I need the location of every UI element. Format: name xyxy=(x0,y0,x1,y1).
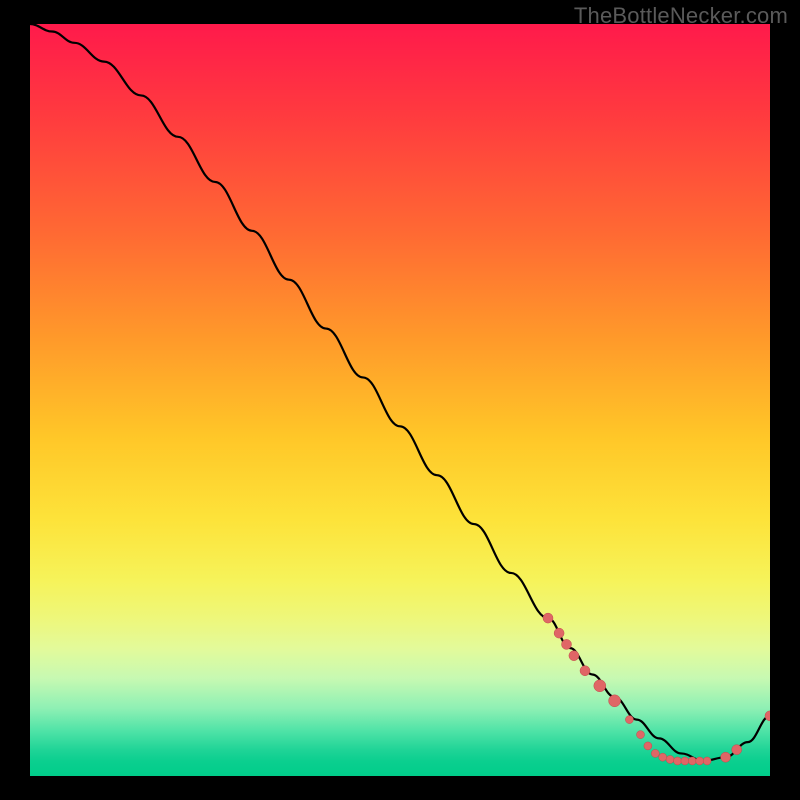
data-point xyxy=(637,731,645,739)
bottleneck-curve xyxy=(30,24,770,761)
data-point xyxy=(696,757,704,765)
data-point xyxy=(569,651,579,661)
data-point xyxy=(651,749,659,757)
plot-area xyxy=(30,24,770,776)
watermark-text: TheBottleNecker.com xyxy=(574,3,788,29)
chart-overlay xyxy=(30,24,770,776)
data-point xyxy=(625,716,633,724)
data-point xyxy=(543,613,553,623)
data-point xyxy=(644,742,652,750)
data-point xyxy=(674,757,682,765)
data-point xyxy=(562,639,572,649)
data-point xyxy=(721,752,731,762)
data-point xyxy=(609,695,621,707)
chart-frame: TheBottleNecker.com xyxy=(0,0,800,800)
data-point xyxy=(703,757,711,765)
data-point xyxy=(580,666,590,676)
data-point xyxy=(681,757,689,765)
data-point xyxy=(666,755,674,763)
data-point xyxy=(594,680,606,692)
data-point xyxy=(659,753,667,761)
data-point xyxy=(554,628,564,638)
data-point xyxy=(732,745,742,755)
data-point xyxy=(688,757,696,765)
